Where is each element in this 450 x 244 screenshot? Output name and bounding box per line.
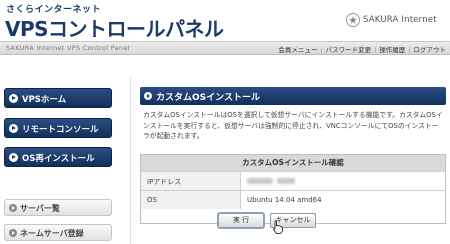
- sidebar-item-label: サーバー覧: [20, 204, 60, 213]
- section-title: カスタムOSインストール: [156, 93, 260, 103]
- os-label: OS: [141, 191, 241, 209]
- description-text: カスタムOSインストールはOSを選択して仮想サーバにインストールする機能です。カ…: [143, 111, 443, 140]
- arrow-right-icon: [9, 229, 17, 237]
- sidebar-item-label: リモートコンソール: [22, 125, 99, 135]
- os-value: Ubuntu 14.04 amd64: [247, 196, 322, 204]
- sidebar: VPSホーム リモートコンソール OS再インストール サーバー覧 ネームサーバ登…: [0, 76, 120, 244]
- header: さくらインターネット VPSコントロールパネル SAKURA Internet …: [0, 0, 450, 55]
- mouse-pointer-hand-icon: [273, 220, 283, 234]
- sidebar-item-label: VPSホーム: [22, 95, 67, 105]
- change-password-link[interactable]: パスワード変更: [326, 46, 372, 54]
- sidebar-item-label: ネームサーバ登録: [20, 229, 84, 238]
- sidebar-item-label: OS再インストール: [22, 154, 95, 164]
- redacted-block: [277, 178, 295, 184]
- page-title: VPSコントロールパネル: [5, 17, 224, 41]
- operation-history-link[interactable]: 操作履歴: [379, 46, 405, 54]
- ip-value-redacted: [247, 177, 299, 185]
- sakura-logo: SAKURA Internet: [346, 13, 446, 29]
- sidebar-item-nameserver-register[interactable]: ネームサーバ登録: [4, 224, 112, 241]
- arrow-right-icon: [9, 153, 18, 162]
- table-row-ip: IPアドレス: [141, 171, 445, 190]
- top-nav-bar: SAKURA Internet VPS Control Panel 会員メニュー…: [0, 41, 450, 55]
- table-row-os: OS Ubuntu 14.04 amd64: [141, 190, 445, 209]
- member-menu-link[interactable]: 会員メニュー: [278, 46, 317, 54]
- sakura-flower-icon: [346, 13, 360, 27]
- logo-text: SAKURA Internet: [363, 15, 437, 25]
- arrow-right-icon: [144, 92, 152, 100]
- redacted-block: [247, 178, 273, 184]
- logout-link[interactable]: ログアウト: [414, 46, 447, 54]
- execute-button[interactable]: 実 行: [218, 213, 264, 228]
- sidebar-item-remote-console[interactable]: リモートコンソール: [4, 118, 112, 138]
- sidebar-item-server-list[interactable]: サーバー覧: [4, 199, 112, 216]
- sidebar-item-os-reinstall[interactable]: OS再インストール: [4, 147, 112, 167]
- section-title-bar: カスタムOSインストール: [140, 87, 446, 105]
- panel-caption: SAKURA Internet VPS Control Panel: [6, 44, 130, 52]
- main-content: カスタムOSインストール カスタムOSインストールはOSを選択して仮想サーバにイ…: [130, 76, 446, 244]
- user-links: 会員メニュー | パスワード変更 | 操作履歴 | ログアウト: [278, 46, 447, 54]
- arrow-right-icon: [9, 124, 18, 133]
- arrow-right-icon: [9, 94, 18, 103]
- confirm-table-header: カスタムOSインストール確認: [141, 155, 445, 171]
- arrow-right-icon: [9, 204, 17, 212]
- ip-label: IPアドレス: [141, 172, 241, 190]
- sidebar-item-vps-home[interactable]: VPSホーム: [4, 88, 112, 108]
- confirm-table: カスタムOSインストール確認 IPアドレス OS Ubuntu 14.04 am…: [140, 154, 446, 228]
